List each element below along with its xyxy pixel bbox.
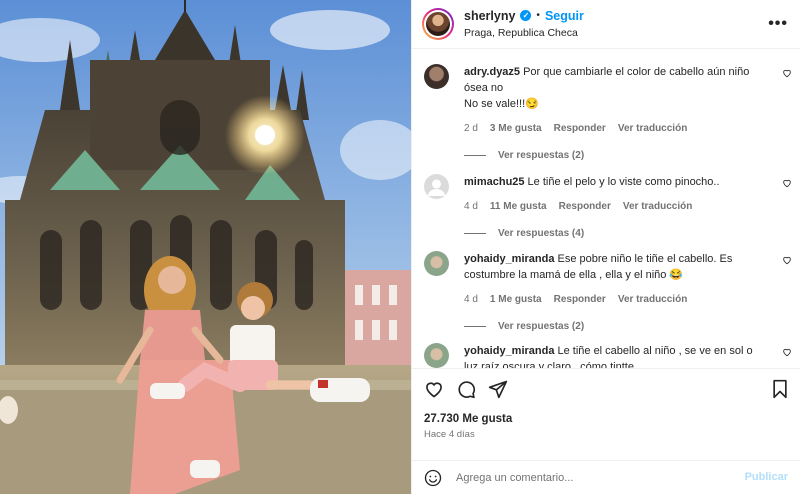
comment-username[interactable]: mimachu25 xyxy=(464,176,525,188)
commenter-avatar[interactable] xyxy=(424,64,449,89)
heart-icon[interactable] xyxy=(424,379,444,399)
reply-button[interactable]: Responder xyxy=(559,201,611,212)
posted-time[interactable]: Hace 4 días xyxy=(424,429,475,440)
post-photo[interactable] xyxy=(0,0,411,494)
bookmark-icon[interactable] xyxy=(770,379,790,399)
commenter-avatar[interactable] xyxy=(424,251,449,276)
emoji-icon[interactable] xyxy=(424,469,442,487)
author-avatar[interactable] xyxy=(422,8,454,40)
comment-text: Por que cambiarle el color de cabello aú… xyxy=(523,66,750,78)
separator-dot: • xyxy=(536,9,540,21)
post-image-cathedral xyxy=(0,0,411,494)
comment-age: 4 d xyxy=(464,201,478,212)
comment-icon[interactable] xyxy=(456,379,476,399)
commenter-avatar[interactable] xyxy=(424,343,449,368)
comments-list[interactable]: adry.dyaz5 Por que cambiarle el color de … xyxy=(412,49,800,368)
follow-button[interactable]: Seguir xyxy=(545,8,584,24)
comment-meta: 4 d 11 Me gusta Responder Ver traducción xyxy=(464,201,692,212)
comment-like-heart-icon[interactable] xyxy=(782,347,792,357)
comment-text: Ese pobre niño le tiñe el cabello. Es xyxy=(557,253,733,265)
comment-username[interactable]: adry.dyaz5 xyxy=(464,66,520,78)
view-replies-button[interactable]: Ver respuestas (2) xyxy=(464,150,584,161)
comment-like-heart-icon[interactable] xyxy=(782,255,792,265)
comment-likes[interactable]: 11 Me gusta xyxy=(490,201,547,212)
author-username[interactable]: sherlyny xyxy=(464,8,515,24)
comment-text: Le tiñe el cabello al niño , se ve en so… xyxy=(557,345,753,357)
comment-text: No se vale!!!😏 xyxy=(464,98,539,110)
view-replies-button[interactable]: Ver respuestas (4) xyxy=(464,228,584,239)
more-options-icon[interactable]: ••• xyxy=(768,15,788,33)
commenter-avatar-placeholder-icon[interactable] xyxy=(424,174,449,199)
comment-username[interactable]: yohaidy_miranda xyxy=(464,345,554,357)
comment-likes[interactable]: 3 Me gusta xyxy=(490,123,542,134)
comment-text: costumbre la mamá de ella , ella y el ni… xyxy=(464,269,684,281)
reply-button[interactable]: Responder xyxy=(554,294,606,305)
share-icon[interactable] xyxy=(488,379,508,399)
publish-button[interactable]: Publicar xyxy=(745,471,788,483)
translate-button[interactable]: Ver traducción xyxy=(618,294,687,305)
comment-age: 4 d xyxy=(464,294,478,305)
post-actions: 27.730 Me gusta Hace 4 días xyxy=(412,368,800,460)
comment-input[interactable] xyxy=(456,468,726,488)
translate-button[interactable]: Ver traducción xyxy=(618,123,687,134)
post-header: sherlyny ✓ • Seguir Praga, Republica Che… xyxy=(412,0,800,49)
comment-composer: Publicar xyxy=(412,460,800,494)
comment-like-heart-icon[interactable] xyxy=(782,68,792,78)
reply-button[interactable]: Responder xyxy=(554,123,606,134)
comment-text: Le tiñe el pelo y lo viste como pinocho.… xyxy=(527,176,720,188)
post-location[interactable]: Praga, Republica Checa xyxy=(464,25,584,41)
likes-count[interactable]: 27.730 Me gusta xyxy=(424,413,512,425)
comment-username[interactable]: yohaidy_miranda xyxy=(464,253,554,265)
post-side-panel: sherlyny ✓ • Seguir Praga, Republica Che… xyxy=(411,0,800,494)
comment-age: 2 d xyxy=(464,123,478,134)
comment-meta: 4 d 1 Me gusta Responder Ver traducción xyxy=(464,294,687,305)
comment-text: ósea no xyxy=(464,82,504,94)
verified-badge-icon: ✓ xyxy=(520,10,532,21)
comment-text: luz raíz oscura y claro , cómo tintte xyxy=(464,361,634,368)
comment-likes[interactable]: 1 Me gusta xyxy=(490,294,542,305)
comment-like-heart-icon[interactable] xyxy=(782,178,792,188)
translate-button[interactable]: Ver traducción xyxy=(623,201,692,212)
comment-meta: 2 d 3 Me gusta Responder Ver traducción xyxy=(464,123,687,134)
view-replies-button[interactable]: Ver respuestas (2) xyxy=(464,321,584,332)
instagram-post-view: sherlyny ✓ • Seguir Praga, Republica Che… xyxy=(0,0,800,494)
